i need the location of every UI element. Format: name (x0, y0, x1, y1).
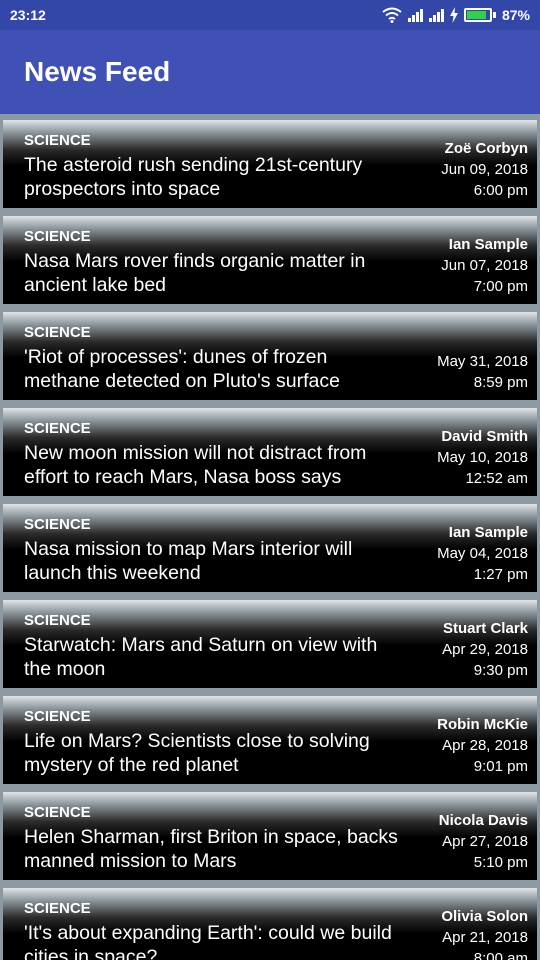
card-time: 12:52 am (465, 470, 528, 487)
card-headline: 'Riot of processes': dunes of frozen met… (24, 346, 340, 392)
card-author: Ian Sample (448, 236, 528, 253)
news-card[interactable]: SCIENCE 'Riot of processes': dunes of fro… (3, 312, 537, 400)
card-time: 6:00 pm (473, 182, 528, 199)
card-date: May 31, 2018 (437, 353, 528, 370)
app-bar: News Feed (0, 30, 540, 114)
card-text: SCIENCE 'It's about expanding Earth': cou… (24, 900, 404, 960)
card-headline: Nasa mission to map Mars interior will l… (24, 538, 353, 584)
card-text: SCIENCE The asteroid rush sending 21st-ce… (24, 132, 404, 201)
card-headline: New moon mission will not distract from … (24, 442, 367, 488)
card-meta: David Smith May 10, 2018 12:52 am (437, 426, 528, 489)
signal-icon (428, 8, 444, 22)
card-meta: May 31, 2018 8:59 pm (437, 351, 528, 393)
battery-percent: 87% (501, 7, 530, 23)
card-meta: Stuart Clark Apr 29, 2018 9:30 pm (442, 618, 528, 681)
card-category: SCIENCE (24, 228, 91, 245)
charging-icon (449, 7, 458, 23)
card-text: SCIENCE Nasa Mars rover finds organic mat… (24, 228, 404, 297)
card-date: Apr 21, 2018 (442, 929, 528, 946)
status-icons: 87% (382, 7, 530, 23)
card-author: Stuart Clark (442, 620, 528, 637)
card-headline: 'It's about expanding Earth': could we b… (24, 922, 392, 960)
card-date: Jun 09, 2018 (441, 161, 528, 178)
card-date: May 10, 2018 (437, 449, 528, 466)
news-card[interactable]: SCIENCE The asteroid rush sending 21st-ce… (3, 120, 537, 208)
news-card[interactable]: SCIENCE Helen Sharman, first Briton in sp… (3, 792, 537, 880)
battery-icon (463, 8, 492, 22)
card-text: SCIENCE 'Riot of processes': dunes of fro… (24, 324, 404, 393)
card-time: 8:00 am (473, 950, 528, 960)
card-meta: Ian Sample May 04, 2018 1:27 pm (437, 522, 528, 585)
news-card[interactable]: SCIENCE New moon mission will not distrac… (3, 408, 537, 496)
battery-level (466, 11, 486, 19)
card-headline: Life on Mars? Scientists close to solvin… (24, 730, 370, 776)
card-date: Apr 27, 2018 (442, 833, 528, 850)
card-time: 5:10 pm (473, 854, 528, 871)
card-date: May 04, 2018 (437, 545, 528, 562)
card-category: SCIENCE (24, 324, 91, 341)
wifi-icon (382, 7, 402, 23)
card-author: Robin McKie (437, 716, 528, 733)
card-meta: Nicola Davis Apr 27, 2018 5:10 pm (439, 810, 528, 873)
card-text: SCIENCE Life on Mars? Scientists close to… (24, 708, 404, 777)
card-date: Jun 07, 2018 (441, 257, 528, 274)
card-author: Ian Sample (448, 524, 528, 541)
signal-icon (407, 8, 423, 22)
card-meta: Ian Sample Jun 07, 2018 7:00 pm (441, 234, 528, 297)
card-date: Apr 28, 2018 (442, 737, 528, 754)
card-time: 1:27 pm (473, 566, 528, 583)
card-date: Apr 29, 2018 (442, 641, 528, 658)
card-author: Nicola Davis (438, 812, 528, 829)
card-headline: Starwatch: Mars and Saturn on view with … (24, 634, 378, 680)
card-headline: The asteroid rush sending 21st-century p… (24, 154, 363, 200)
news-feed-list[interactable]: SCIENCE The asteroid rush sending 21st-ce… (0, 114, 540, 960)
card-category: SCIENCE (24, 132, 91, 149)
card-category: SCIENCE (24, 612, 91, 629)
card-category: SCIENCE (24, 900, 91, 917)
status-time: 23:12 (10, 7, 46, 23)
card-category: SCIENCE (24, 516, 91, 533)
card-headline: Helen Sharman, first Briton in space, ba… (24, 826, 398, 872)
card-headline: Nasa Mars rover finds organic matter in … (24, 250, 366, 296)
card-time: 7:00 pm (473, 278, 528, 295)
card-text: SCIENCE Nasa mission to map Mars interior… (24, 516, 404, 585)
card-meta: Olivia Solon Apr 21, 2018 8:00 am (441, 906, 528, 960)
card-author: Olivia Solon (441, 908, 528, 925)
card-author: Zoë Corbyn (444, 140, 528, 157)
news-card[interactable]: SCIENCE Nasa mission to map Mars interior… (3, 504, 537, 592)
card-time: 9:30 pm (473, 662, 528, 679)
battery-tip (492, 12, 496, 18)
card-category: SCIENCE (24, 708, 91, 725)
page-title: News Feed (24, 56, 171, 87)
card-author: David Smith (441, 428, 528, 445)
news-card[interactable]: SCIENCE Starwatch: Mars and Saturn on vie… (3, 600, 537, 688)
news-card[interactable]: SCIENCE Nasa Mars rover finds organic mat… (3, 216, 537, 304)
card-text: SCIENCE New moon mission will not distrac… (24, 420, 404, 489)
news-card[interactable]: SCIENCE Life on Mars? Scientists close to… (3, 696, 537, 784)
card-category: SCIENCE (24, 420, 91, 437)
status-bar: 23:12 87% (0, 0, 540, 30)
card-meta: Zoë Corbyn Jun 09, 2018 6:00 pm (441, 138, 528, 201)
news-card[interactable]: SCIENCE 'It's about expanding Earth': cou… (3, 888, 537, 960)
card-meta: Robin McKie Apr 28, 2018 9:01 pm (437, 714, 528, 777)
card-text: SCIENCE Starwatch: Mars and Saturn on vie… (24, 612, 404, 681)
card-time: 9:01 pm (473, 758, 528, 775)
card-time: 8:59 pm (473, 374, 528, 391)
card-text: SCIENCE Helen Sharman, first Briton in sp… (24, 804, 404, 873)
card-category: SCIENCE (24, 804, 91, 821)
